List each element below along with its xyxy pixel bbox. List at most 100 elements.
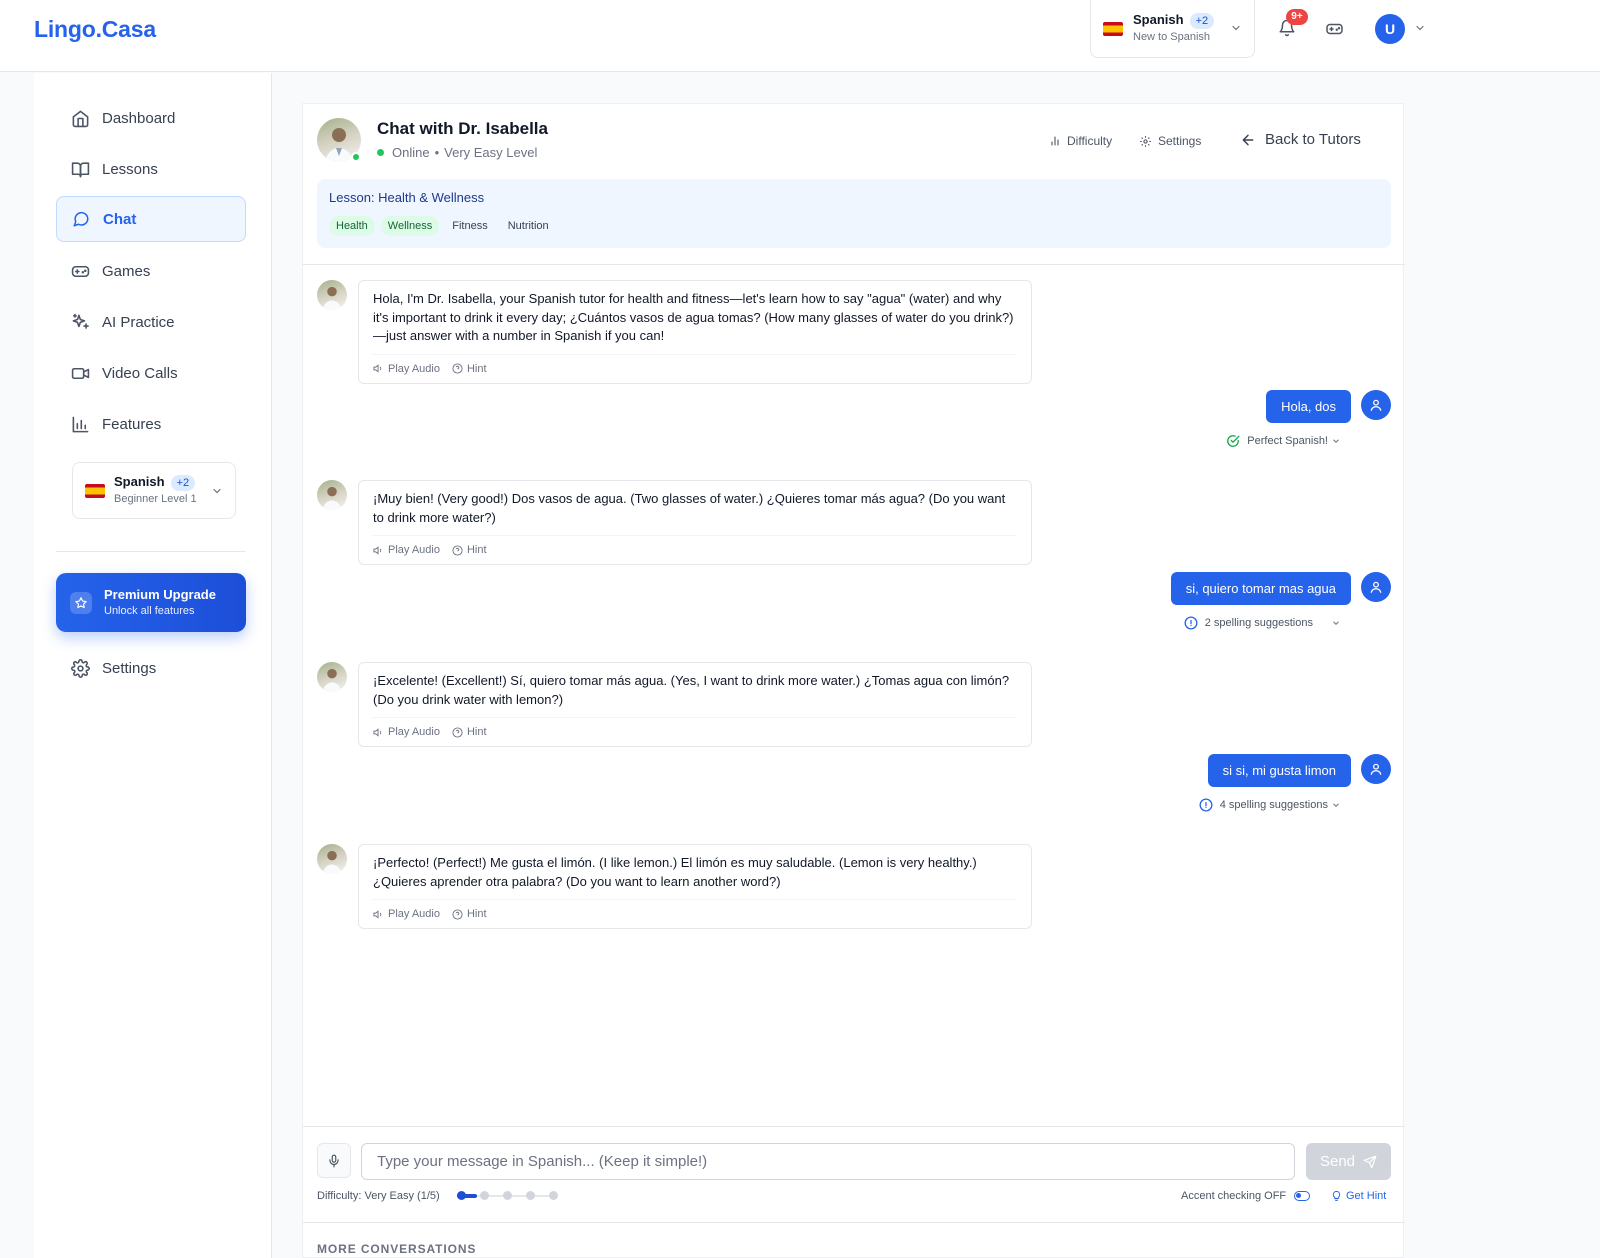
message-bubble: ¡Muy bien! (Very good!) Dos vasos de agu… (358, 480, 1032, 565)
help-circle-icon (452, 544, 463, 556)
user-message: si si, mi gusta limon 4 spelling suggest… (1003, 754, 1391, 824)
difficulty-step[interactable] (526, 1191, 535, 1200)
bar-chart-icon (70, 414, 90, 434)
lesson-tag[interactable]: Fitness (445, 216, 494, 236)
app-logo[interactable]: Lingo.Casa (34, 16, 156, 43)
message-bubble: si, quiero tomar mas agua (1170, 572, 1351, 605)
sidebar-item-label: Chat (103, 210, 137, 228)
play-audio-button[interactable]: Play Audio (373, 908, 440, 920)
lesson-tags: Health Wellness Fitness Nutrition (329, 216, 562, 236)
language-level: Beginner Level 1 (114, 493, 197, 505)
difficulty-step[interactable] (549, 1191, 558, 1200)
gamepad-icon[interactable] (1325, 20, 1344, 38)
info-icon (1199, 798, 1213, 812)
top-bar: Lingo.Casa Spanish +2 New to Spanish 9+ U (0, 0, 1600, 72)
message-input[interactable] (361, 1143, 1295, 1180)
feedback-toggle[interactable]: Perfect Spanish! (1226, 434, 1341, 448)
chevron-down-icon (1333, 621, 1339, 625)
sidebar-item-video-calls[interactable]: Video Calls (56, 350, 246, 396)
sidebar-item-ai-practice[interactable]: AI Practice (56, 299, 246, 345)
feedback-toggle[interactable]: 4 spelling suggestions (1199, 798, 1341, 812)
sidebar-item-settings[interactable]: Settings (56, 645, 246, 691)
speaker-icon (373, 909, 382, 919)
message-bubble: si si, mi gusta limon (1207, 754, 1351, 787)
chat-header: Chat with Dr. Isabella Online • Very Eas… (317, 118, 1391, 178)
hint-label: Hint (466, 908, 487, 920)
back-label: Back to Tutors (1265, 131, 1361, 148)
hint-button[interactable]: Hint (452, 363, 487, 375)
get-hint-label: Get Hint (1346, 1190, 1387, 1202)
lesson-banner: Lesson: Health & Wellness Health Wellnes… (317, 179, 1391, 248)
video-icon (70, 363, 90, 383)
play-audio-button[interactable]: Play Audio (373, 363, 440, 375)
status-text: Online (392, 145, 430, 160)
online-indicator (351, 152, 361, 162)
extra-languages-badge: +2 (1189, 13, 1215, 29)
online-dot-icon (377, 149, 384, 156)
lightbulb-icon (1332, 1190, 1341, 1202)
settings-button[interactable]: Settings (1139, 134, 1201, 148)
hint-button[interactable]: Hint (452, 908, 487, 920)
hint-button[interactable]: Hint (452, 726, 487, 738)
user-icon (1361, 572, 1391, 602)
difficulty-step[interactable] (503, 1191, 512, 1200)
difficulty-step[interactable] (480, 1191, 489, 1200)
difficulty-indicator-label: Difficulty: Very Easy (1/5) (317, 1190, 440, 1202)
play-audio-label: Play Audio (388, 726, 440, 738)
feedback-toggle[interactable]: 2 spelling suggestions (1184, 616, 1341, 630)
lesson-tag[interactable]: Health (329, 216, 375, 236)
feedback-text: Perfect Spanish! (1247, 435, 1328, 447)
extra-languages-badge: +2 (170, 475, 196, 491)
arrow-left-icon (1242, 134, 1254, 145)
user-message: si, quiero tomar mas agua 2 spelling sug… (1003, 572, 1391, 642)
sidebar-item-games[interactable]: Games (56, 248, 246, 294)
tutor-avatar (317, 844, 347, 874)
send-button[interactable]: Send (1306, 1143, 1391, 1180)
microphone-icon (329, 1154, 339, 1167)
premium-title: Premium Upgrade (104, 587, 216, 602)
hint-button[interactable]: Hint (452, 544, 487, 556)
message-bubble: ¡Perfecto! (Perfect!) Me gusta el limón.… (358, 844, 1032, 929)
premium-upgrade-button[interactable]: Premium Upgrade Unlock all features (56, 573, 246, 632)
sidebar-item-dashboard[interactable]: Dashboard (56, 95, 246, 141)
microphone-button[interactable] (317, 1143, 351, 1178)
chevron-down-icon[interactable] (1414, 22, 1426, 34)
back-to-tutors-button[interactable]: Back to Tutors (1240, 131, 1361, 148)
play-audio-button[interactable]: Play Audio (373, 544, 440, 556)
sidebar-item-chat[interactable]: Chat (56, 196, 246, 242)
play-audio-button[interactable]: Play Audio (373, 726, 440, 738)
language-selector[interactable]: Spanish +2 New to Spanish (1090, 0, 1255, 58)
hint-label: Hint (466, 544, 487, 556)
accent-checking-toggle[interactable]: Accent checking OFF (1181, 1190, 1311, 1202)
play-audio-label: Play Audio (388, 544, 440, 556)
message-text: ¡Muy bien! (Very good!) Dos vasos de agu… (373, 491, 1006, 525)
language-level: New to Spanish (1133, 31, 1211, 43)
sidebar-item-label: AI Practice (102, 313, 175, 331)
message-bubble: ¡Excelente! (Excellent!) Sí, quiero toma… (358, 662, 1032, 747)
message-actions: Play Audio Hint (373, 717, 1017, 746)
chevron-down-icon (211, 485, 223, 497)
tutor-avatar (317, 480, 347, 510)
difficulty-slider[interactable] (457, 1191, 558, 1201)
toggle-switch-icon[interactable] (1294, 1191, 1311, 1201)
message-text: ¡Excelente! (Excellent!) Sí, quiero toma… (373, 673, 1010, 707)
sidebar-item-label: Settings (102, 659, 157, 677)
difficulty-step[interactable] (457, 1191, 466, 1200)
lesson-tag[interactable]: Wellness (380, 216, 440, 236)
feedback-text: 4 spelling suggestions (1219, 799, 1328, 811)
status-separator: • (434, 145, 440, 160)
message-bubble: Hola, dos (1266, 390, 1351, 423)
sidebar-language-selector[interactable]: Spanish +2 Beginner Level 1 (72, 462, 236, 519)
chat-title: Chat with Dr. Isabella (377, 119, 548, 138)
difficulty-button[interactable]: Difficulty (1049, 134, 1112, 148)
home-icon (70, 108, 90, 128)
get-hint-button[interactable]: Get Hint (1331, 1190, 1386, 1202)
sidebar-item-label: Dashboard (102, 109, 176, 127)
sidebar-item-lessons[interactable]: Lessons (56, 146, 246, 192)
check-circle-icon (1227, 435, 1240, 447)
lesson-tag[interactable]: Nutrition (501, 216, 556, 236)
composer-divider (303, 1126, 1405, 1127)
sidebar-item-features[interactable]: Features (56, 401, 246, 447)
spain-flag-icon (1103, 21, 1123, 36)
user-avatar[interactable]: U (1375, 14, 1405, 44)
